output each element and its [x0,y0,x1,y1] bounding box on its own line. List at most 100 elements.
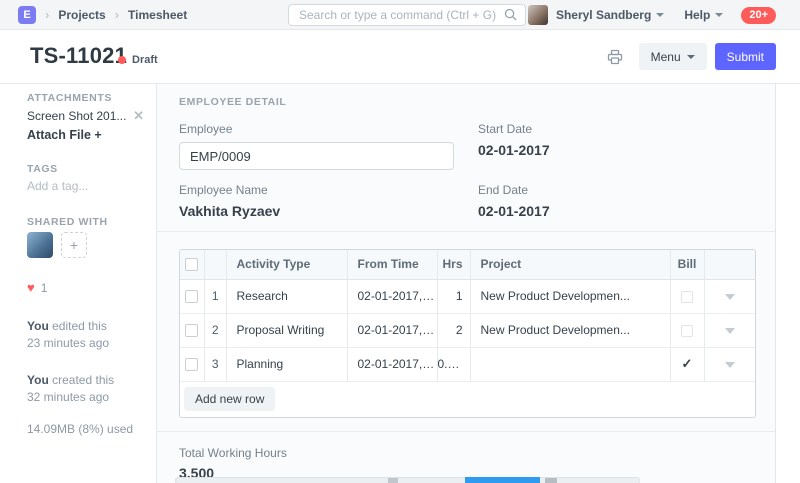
cutoff-blue-bar [465,477,540,483]
add-share-button[interactable]: + [61,232,87,258]
help-menu[interactable]: Help [684,8,710,22]
add-tag-input[interactable]: Add a tag... [27,179,144,193]
bill-cell[interactable] [670,279,704,313]
navbar: E › Projects › Timesheet Sheryl Sandberg… [0,0,800,30]
breadcrumb-chevron-icon: › [115,7,119,22]
page-title: TS-11021 [30,43,127,69]
start-date-label: Start Date [478,122,753,136]
timesheet-page: E › Projects › Timesheet Sheryl Sandberg… [0,0,800,483]
menu-button-label: Menu [651,50,681,64]
table-row: 2 Proposal Writing 02-01-2017, 3:... 2 N… [180,313,755,347]
chevron-down-icon [687,55,695,59]
hours-cell[interactable]: 1 [437,279,470,313]
status-badge: Draft [132,54,158,66]
attach-file-button[interactable]: Attach File + [27,128,144,142]
employee-field: Employee [179,122,454,170]
likes-count: 1 [41,281,48,295]
table-row: 1 Research 02-01-2017, 12... 1 New Produ… [180,279,755,313]
bill-checkbox[interactable] [681,291,693,303]
row-checkbox[interactable] [185,290,198,303]
breadcrumb-chevron-icon: › [45,7,49,22]
time-log-section: Activity Type From Time Hrs Project Bill… [157,232,775,432]
breadcrumb-timesheet[interactable]: Timesheet [128,8,187,22]
hours-cell[interactable]: 0.500 [437,347,470,381]
project-cell[interactable] [470,347,670,381]
search-input[interactable] [288,4,526,26]
bill-header: Bill [670,250,704,279]
remove-attachment-icon[interactable]: ✕ [133,108,144,124]
shared-with-row: + [27,232,144,258]
title-bar: TS-11021 Draft Menu Submit [0,30,800,84]
attachment-link[interactable]: Screen Shot 201... [27,109,126,123]
menu-button[interactable]: Menu [639,43,707,70]
storage-usage: 14.09MB (8%) used [27,421,144,438]
edited-info: You edited this 23 minutes ago [27,318,144,352]
table-row: 3 Planning 02-01-2017, 5:... 0.500 ✓ [180,347,755,381]
bill-checked-icon: ✓ [682,356,693,371]
navbar-right: Sheryl Sandberg Help 20+ [528,0,776,30]
created-action: created this [52,373,114,387]
select-all-cell [180,250,204,279]
heart-icon[interactable]: ♥ [27,280,35,295]
bill-checkbox[interactable] [681,325,693,337]
bill-cell[interactable]: ✓ [670,347,704,381]
employee-input[interactable] [179,142,454,170]
chevron-down-icon [715,13,723,17]
row-index: 2 [204,313,226,347]
row-select-cell [180,347,204,381]
notifications-badge[interactable]: 20+ [741,7,776,24]
from-time-cell[interactable]: 02-01-2017, 12... [347,279,437,313]
totals-section: Total Working Hours 3.500 [157,432,775,483]
activity-type-header: Activity Type [226,250,347,279]
project-cell[interactable]: New Product Developmen... [470,279,670,313]
row-expand-cell[interactable] [704,347,755,381]
user-menu[interactable]: Sheryl Sandberg [556,8,651,22]
cutoff-bar [175,477,640,483]
select-all-checkbox[interactable] [185,258,198,271]
bill-cell[interactable] [670,313,704,347]
attachment-item: Screen Shot 201... ✕ [27,108,144,124]
cutoff-fragment [545,478,557,483]
row-menu-header [704,250,755,279]
row-expand-cell[interactable] [704,313,755,347]
project-header: Project [470,250,670,279]
activity-type-cell[interactable]: Research [226,279,347,313]
total-working-hours-label: Total Working Hours [179,446,753,460]
submit-button[interactable]: Submit [715,43,776,70]
hours-cell[interactable]: 2 [437,313,470,347]
row-checkbox[interactable] [185,358,198,371]
index-header [204,250,226,279]
tags-section-label: TAGS [27,163,144,175]
row-select-cell [180,313,204,347]
search-icon [504,8,517,26]
row-index: 1 [204,279,226,313]
activity-type-cell[interactable]: Proposal Writing [226,313,347,347]
form-body: EMPLOYEE DETAIL Employee Start Date 02-0… [157,84,776,483]
status-dot-icon [118,56,126,64]
breadcrumb-projects[interactable]: Projects [58,8,105,22]
from-time-cell[interactable]: 02-01-2017, 5:... [347,347,437,381]
created-info: You created this 32 minutes ago [27,372,144,406]
chevron-down-icon [725,362,735,368]
end-date-field: End Date 02-01-2017 [478,183,753,219]
created-by: You [27,373,49,387]
project-cell[interactable]: New Product Developmen... [470,313,670,347]
hrs-header: Hrs [437,250,470,279]
add-new-row-button[interactable]: Add new row [184,387,275,411]
app-logo[interactable]: E [18,6,36,24]
chevron-down-icon [656,13,664,17]
row-index: 3 [204,347,226,381]
user-avatar[interactable] [528,5,548,25]
created-time: 32 minutes ago [27,390,109,404]
row-checkbox[interactable] [185,324,198,337]
employee-name-value: Vakhita Ryzaev [179,203,454,219]
activity-type-cell[interactable]: Planning [226,347,347,381]
employee-name-field: Employee Name Vakhita Ryzaev [179,183,454,219]
row-expand-cell[interactable] [704,279,755,313]
edited-time: 23 minutes ago [27,336,109,350]
shared-user-avatar[interactable] [27,232,53,258]
chevron-down-icon [725,294,735,300]
from-time-cell[interactable]: 02-01-2017, 3:... [347,313,437,347]
title-actions: Menu Submit [607,43,776,70]
print-icon[interactable] [607,49,623,65]
